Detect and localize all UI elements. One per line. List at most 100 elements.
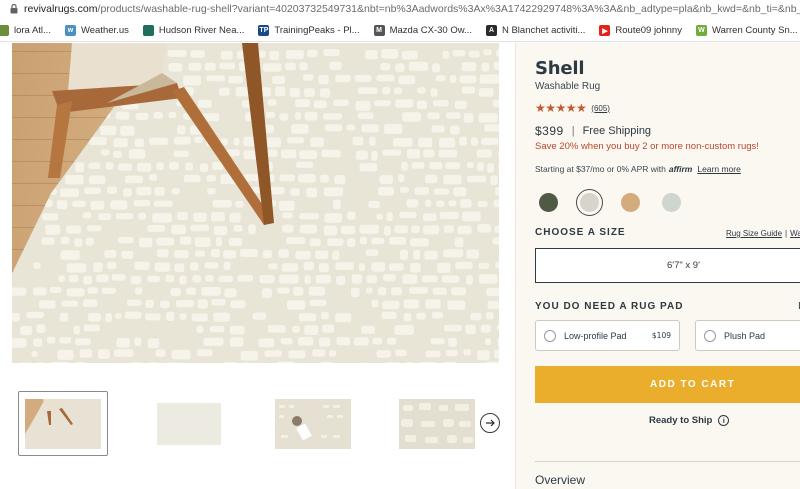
- rug-tuft: [272, 75, 286, 84]
- size-secondary-link[interactable]: Wa: [790, 229, 800, 238]
- bookmark-item[interactable]: Hudson River Nea...: [142, 25, 244, 36]
- bookmark-item[interactable]: W Warren County Sn...: [695, 25, 798, 36]
- rug-tuft: [36, 324, 46, 333]
- color-swatch-sage-light[interactable]: [658, 189, 685, 216]
- rug-tuft: [309, 299, 327, 306]
- rug-tuft: [194, 136, 203, 143]
- size-links: Rug Size Guide | Wa: [726, 229, 800, 238]
- rug-tuft: [233, 225, 243, 232]
- pad-option-price: $109: [651, 331, 671, 340]
- rug-tuft: [279, 174, 295, 182]
- bookmark-item[interactable]: A N Blanchet activiti...: [485, 25, 585, 36]
- rug-tuft: [395, 99, 414, 108]
- rug-tuft: [190, 224, 210, 232]
- bookmark-favicon-icon: [142, 25, 154, 36]
- size-link-divider: |: [785, 229, 788, 238]
- bookmark-label: Mazda CX-30 Ow...: [389, 25, 472, 36]
- rug-tuft: [134, 261, 150, 270]
- rug-tuft: [425, 350, 441, 358]
- rug-tuft: [179, 275, 187, 285]
- rug-tuft: [168, 63, 183, 72]
- bookmark-item[interactable]: lora Atl...: [0, 25, 51, 36]
- product-rating: ★★★★★ (605): [535, 101, 610, 115]
- rug-tuft: [430, 88, 438, 97]
- next-image-button[interactable]: [480, 413, 500, 433]
- rug-tuft: [333, 199, 341, 210]
- rug-tuft: [376, 74, 395, 82]
- rug-tuft: [382, 87, 391, 95]
- rug-tuft: [223, 261, 231, 270]
- rug-tuft: [84, 187, 101, 194]
- rug-tuft: [215, 236, 222, 247]
- rug-tuft: [243, 174, 263, 182]
- rug-tuft: [219, 87, 230, 96]
- rug-tuft: [83, 275, 93, 285]
- thumbnail-room-image: [25, 398, 101, 449]
- rug-tuft: [135, 112, 149, 120]
- rug-tuft: [266, 149, 278, 157]
- bookmark-item[interactable]: ▶ Route09 johnny: [599, 25, 682, 36]
- rug-tuft: [318, 75, 329, 85]
- rug-tuft: [111, 274, 126, 281]
- pad-option-low-profile[interactable]: Low-profile Pad $109: [535, 320, 680, 351]
- rug-tuft: [290, 188, 300, 196]
- rug-tuft: [477, 224, 491, 233]
- rug-tuft: [423, 225, 440, 235]
- rug-tuft: [282, 224, 294, 233]
- rug-tuft: [128, 149, 146, 159]
- thumbnail-3[interactable]: [268, 391, 358, 456]
- rug-tuft: [494, 225, 499, 233]
- rug-tuft: [156, 237, 175, 246]
- bookmark-item[interactable]: TP TrainingPeaks - Pl...: [258, 25, 360, 36]
- rug-tuft: [205, 275, 214, 282]
- rug-tuft: [105, 313, 112, 323]
- rug-tuft: [497, 337, 499, 348]
- info-icon[interactable]: i: [718, 415, 730, 426]
- rug-tuft: [394, 87, 403, 95]
- rug-tuft: [411, 162, 425, 169]
- ready-to-ship-label: Ready to Ship: [649, 415, 713, 426]
- color-swatch-dark-green[interactable]: [535, 189, 562, 216]
- size-selector[interactable]: 6'7" x 9': [535, 248, 800, 283]
- bookmark-item[interactable]: w Weather.us: [64, 25, 129, 36]
- product-main-image[interactable]: [12, 43, 499, 363]
- address-bar[interactable]: revivalrugs.com/products/washable-rug-sh…: [0, 0, 800, 18]
- rug-tuft: [190, 50, 205, 58]
- color-swatch-tan[interactable]: [617, 189, 644, 216]
- rug-tuft: [401, 161, 408, 171]
- bookmark-favicon-icon: M: [373, 25, 385, 36]
- learn-more-link[interactable]: Learn more: [697, 164, 740, 174]
- thumbnail-2[interactable]: [144, 391, 234, 456]
- overview-heading[interactable]: Overview: [535, 473, 585, 487]
- bookmark-item[interactable]: M Mazda CX-30 Ow...: [373, 25, 472, 36]
- rug-tuft: [303, 74, 314, 81]
- color-swatch-ivory[interactable]: [576, 189, 603, 216]
- thumbnail-1[interactable]: [18, 391, 108, 456]
- rug-tuft: [41, 237, 55, 245]
- rug-tuft: [335, 313, 352, 323]
- thumbnail-4[interactable]: [392, 391, 482, 456]
- rug-tuft: [430, 338, 445, 345]
- rug-tuft: [355, 100, 371, 111]
- rug-tuft: [365, 49, 378, 60]
- rug-tuft: [357, 112, 374, 119]
- rug-tuft: [478, 262, 490, 269]
- rug-size-guide-link[interactable]: Rug Size Guide: [726, 229, 782, 238]
- rug-tuft: [312, 349, 326, 357]
- rug-tuft: [399, 186, 409, 193]
- rug-tuft: [73, 325, 80, 335]
- pad-option-plush[interactable]: Plush Pad: [695, 320, 800, 351]
- rug-tuft: [320, 311, 329, 320]
- rug-tuft: [450, 125, 460, 135]
- rug-tuft: [383, 124, 403, 134]
- rug-tuft: [229, 325, 245, 335]
- rug-tuft: [155, 349, 166, 357]
- rug-tuft: [46, 336, 56, 344]
- rug-tuft: [498, 162, 499, 171]
- add-to-cart-button[interactable]: ADD TO CART: [535, 366, 800, 403]
- review-count-link[interactable]: (605): [591, 104, 610, 113]
- rug-tuft: [146, 86, 156, 95]
- rug-tuft: [42, 213, 59, 221]
- rug-tuft: [480, 324, 491, 333]
- rug-tuft: [188, 62, 202, 71]
